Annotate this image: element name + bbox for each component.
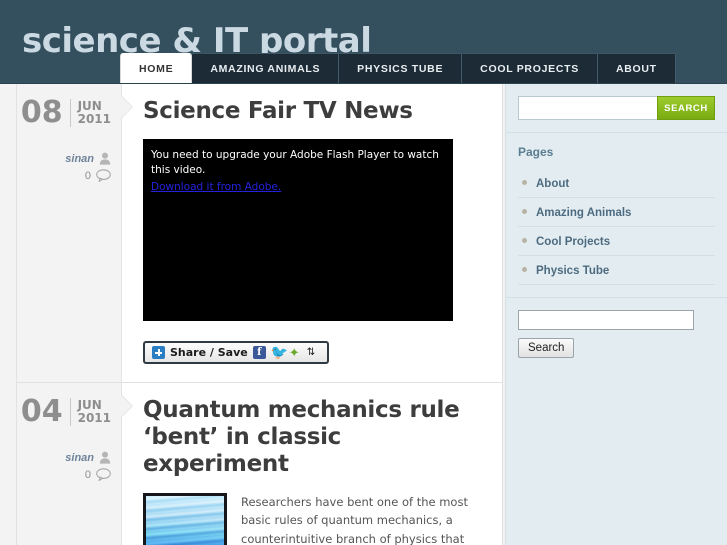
post-comments[interactable]: 0 [17, 169, 121, 182]
sidebar-page-physics-tube[interactable]: Physics Tube [536, 265, 609, 277]
person-icon [99, 152, 111, 165]
list-item[interactable]: Amazing Animals [518, 198, 715, 227]
post-thumbnail-water-image[interactable] [143, 492, 227, 545]
search-button[interactable]: SEARCH [657, 96, 715, 120]
meta-arrow-icon [121, 96, 132, 118]
facebook-icon[interactable]: f [252, 346, 266, 360]
post-date-monthyear: JUN 2011 [77, 397, 111, 426]
flash-download-link[interactable]: Download it from Adobe. [151, 181, 281, 193]
plain-search-button[interactable]: Search [518, 338, 575, 358]
person-icon [99, 451, 111, 464]
post-title[interactable]: Quantum mechanics rule ‘bent’ in classic… [143, 397, 480, 478]
post-date-year: 2011 [77, 112, 111, 126]
site-header: science & IT portal HOME AMAZING ANIMALS… [0, 0, 727, 84]
pages-list: About Amazing Animals Cool Projects Phys… [518, 169, 715, 285]
post-date-month: JUN [77, 98, 102, 113]
post-article: 04 JUN 2011 sinan 0 Quantum mechanics ru… [17, 383, 502, 545]
page-body: 08 JUN 2011 sinan 0 Science Fair TV News… [0, 84, 727, 545]
post-date-year: 2011 [77, 411, 111, 426]
post-date-monthyear: JUN 2011 [77, 98, 111, 127]
post-meta: 08 JUN 2011 sinan 0 [17, 84, 133, 383]
share-save-label: Share / Save [170, 346, 248, 360]
comment-bubble-icon [96, 468, 111, 482]
post-excerpt: Researchers have bent one of the most ba… [241, 494, 468, 545]
sidebar-page-amazing-animals[interactable]: Amazing Animals [536, 207, 631, 219]
post-title[interactable]: Science Fair TV News [143, 98, 480, 125]
share-save-button[interactable]: Share / Save f 🐦 ✦ ⇅ [143, 341, 329, 365]
post-excerpt-row: Researchers have bent one of the most ba… [143, 492, 480, 545]
post-date: 08 JUN 2011 [17, 98, 121, 128]
content-column: 08 JUN 2011 sinan 0 Science Fair TV News… [16, 84, 503, 545]
post-body: Science Fair TV News You need to upgrade… [121, 84, 502, 383]
search-input[interactable] [518, 96, 657, 120]
nav-tab-cool-projects[interactable]: COOL PROJECTS [462, 53, 598, 83]
flash-video-placeholder[interactable]: You need to upgrade your Adobe Flash Pla… [143, 139, 453, 322]
post-author: sinan [17, 152, 121, 165]
post-body: Quantum mechanics rule ‘bent’ in classic… [121, 383, 502, 545]
sidebar-page-about[interactable]: About [536, 178, 569, 190]
list-item[interactable]: Physics Tube [518, 256, 715, 285]
date-divider [69, 99, 71, 127]
pages-widget-title: Pages [518, 145, 554, 159]
post-article: 08 JUN 2011 sinan 0 Science Fair TV News… [17, 84, 502, 384]
comment-count: 0 [84, 169, 91, 182]
post-author-name[interactable]: sinan [65, 153, 94, 165]
flash-upgrade-message: You need to upgrade your Adobe Flash Pla… [151, 149, 439, 177]
date-divider [69, 398, 71, 427]
sharethis-icon[interactable]: ✦ [289, 346, 302, 359]
sidebar-page-cool-projects[interactable]: Cool Projects [536, 236, 610, 248]
list-item[interactable]: About [518, 169, 715, 198]
list-item[interactable]: Cool Projects [518, 227, 715, 256]
addthis-icon [152, 346, 165, 360]
post-author-name[interactable]: sinan [65, 452, 94, 464]
plain-search-input[interactable] [518, 310, 694, 330]
comment-count: 0 [84, 468, 91, 481]
nav-tab-amazing-animals[interactable]: AMAZING ANIMALS [192, 53, 340, 83]
main-navigation: HOME AMAZING ANIMALS PHYSICS TUBE COOL P… [120, 53, 727, 83]
twitter-icon[interactable]: 🐦 [271, 345, 288, 359]
comment-bubble-icon [96, 169, 111, 182]
nav-tab-physics-tube[interactable]: PHYSICS TUBE [339, 53, 463, 83]
post-comments[interactable]: 0 [17, 468, 121, 482]
sidebar: SEARCH Pages About Amazing Animals Cool … [505, 84, 727, 545]
post-meta: 04 JUN 2011 sinan 0 [17, 383, 133, 545]
search-widget: SEARCH [506, 84, 727, 132]
nav-tab-home[interactable]: HOME [120, 53, 193, 83]
post-date: 04 JUN 2011 [17, 397, 121, 427]
nav-tab-about[interactable]: ABOUT [597, 53, 676, 83]
search-form: SEARCH [518, 96, 715, 120]
plain-search-widget: Search [506, 297, 727, 370]
pages-widget: Pages About Amazing Animals Cool Project… [506, 132, 727, 297]
post-date-day: 08 [20, 95, 63, 130]
more-icon[interactable]: ⇅ [307, 346, 320, 359]
meta-arrow-icon [121, 395, 132, 418]
post-author: sinan [17, 451, 121, 464]
post-date-month: JUN [77, 397, 102, 412]
post-date-day: 04 [20, 394, 63, 430]
